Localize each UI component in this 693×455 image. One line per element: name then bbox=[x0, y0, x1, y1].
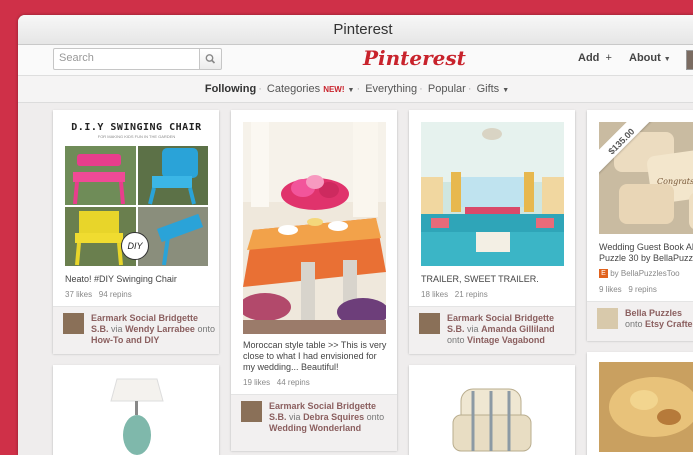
etsy-icon: E bbox=[599, 269, 608, 279]
repins-count[interactable]: 21 repins bbox=[455, 290, 488, 299]
user-avatar[interactable] bbox=[241, 401, 262, 422]
chevron-down-icon: ▼ bbox=[663, 56, 671, 63]
onto-word: onto bbox=[625, 319, 643, 329]
diy-badge: DIY bbox=[121, 232, 149, 260]
user-avatar[interactable] bbox=[63, 313, 84, 334]
repins-count[interactable]: 9 repins bbox=[628, 285, 656, 294]
search-input[interactable]: Search bbox=[53, 48, 201, 70]
pin-stats: 18 likes 21 repins bbox=[421, 290, 488, 299]
browser-window: Pinterest Search Pinterest Add + About ▼ … bbox=[18, 15, 693, 455]
pin-attribution: Earmark Social Bridgette S.B. via Amanda… bbox=[409, 306, 575, 354]
categories-label: Categories bbox=[266, 83, 321, 95]
pin-card[interactable] bbox=[53, 365, 219, 455]
search-button[interactable] bbox=[199, 48, 222, 70]
via-user[interactable]: Wendy Larrabee bbox=[125, 324, 195, 334]
source-by: by bbox=[610, 269, 619, 278]
board-name[interactable]: Wedding Wonderland bbox=[269, 423, 361, 433]
pink-chair bbox=[73, 154, 125, 205]
via-user[interactable]: Debra Squires bbox=[303, 412, 364, 422]
pin-card[interactable]: Congrats $135.00 Wedding Guest Book Alte… bbox=[587, 110, 693, 341]
new-badge: NEW! bbox=[323, 85, 345, 94]
user-avatar[interactable] bbox=[597, 308, 618, 329]
pin-image[interactable] bbox=[243, 122, 386, 334]
onto-word: onto bbox=[447, 335, 465, 345]
nav-following[interactable]: Following bbox=[205, 83, 256, 95]
svg-text:Congrats: Congrats bbox=[657, 177, 693, 186]
via-word: via bbox=[111, 324, 123, 334]
nav-gifts[interactable]: Gifts ▼ bbox=[477, 83, 510, 95]
likes-count[interactable]: 37 likes bbox=[65, 290, 92, 299]
pin-description: Moroccan style table >> This is very clo… bbox=[243, 340, 387, 372]
source-name[interactable]: BellaPuzzlesToo bbox=[621, 269, 680, 278]
lamp-photo bbox=[110, 378, 164, 455]
pin-stats: 19 likes 44 repins bbox=[243, 378, 310, 387]
pin-card[interactable] bbox=[409, 365, 575, 455]
likes-count[interactable]: 9 likes bbox=[599, 285, 622, 294]
pin-image[interactable] bbox=[421, 122, 564, 266]
gifts-label: Gifts bbox=[476, 83, 500, 95]
via-user[interactable]: Amanda Gilliland bbox=[481, 324, 555, 334]
pinner-name[interactable]: Bella Puzzles bbox=[625, 308, 682, 318]
pinterest-logo[interactable]: Pinterest bbox=[363, 46, 466, 70]
via-word: via bbox=[289, 412, 301, 422]
board-name[interactable]: Etsy Crafters bbox=[645, 319, 693, 329]
trailer-interior-photo bbox=[421, 122, 564, 266]
blue-chair-detail bbox=[156, 213, 204, 266]
about-label: About bbox=[629, 52, 661, 64]
user-avatar[interactable] bbox=[419, 313, 440, 334]
search-icon bbox=[205, 54, 216, 64]
title-bar: Pinterest bbox=[18, 15, 693, 45]
add-menu[interactable]: Add + bbox=[578, 52, 612, 64]
pin-image-title: D.I.Y SWINGING CHAIR bbox=[71, 122, 202, 133]
repins-count[interactable]: 44 repins bbox=[277, 378, 310, 387]
food-photo bbox=[599, 362, 693, 452]
pin-image[interactable]: D.I.Y SWINGING CHAIR FOR MAKING KIDS FUN… bbox=[65, 122, 208, 266]
pin-image-caption: FOR MAKING KIDS FUN IN THE GARDEN bbox=[97, 134, 176, 139]
diy-badge-text: DIY bbox=[127, 241, 143, 251]
pin-stats: 9 likes 9 repins bbox=[599, 285, 657, 294]
about-menu[interactable]: About ▼ bbox=[629, 52, 671, 64]
onto-word: onto bbox=[197, 324, 215, 334]
avatar[interactable] bbox=[686, 50, 693, 70]
blue-chair bbox=[148, 148, 198, 205]
add-label: Add bbox=[578, 52, 600, 64]
onto-word: onto bbox=[366, 412, 385, 422]
armchair-photo bbox=[452, 388, 532, 452]
pin-card[interactable]: Moroccan style table >> This is very clo… bbox=[231, 110, 397, 451]
pin-source: E by BellaPuzzlesToo bbox=[599, 269, 680, 279]
pin-image[interactable]: Congrats $135.00 bbox=[599, 122, 693, 234]
site-header: Search Pinterest Add + About ▼ bbox=[18, 45, 693, 76]
likes-count[interactable]: 19 likes bbox=[243, 378, 270, 387]
pin-description: TRAILER, SWEET TRAILER. bbox=[421, 274, 539, 284]
chevron-down-icon: ▼ bbox=[502, 87, 510, 94]
pin-attribution: Bella Puzzles onto Etsy Crafters bbox=[587, 301, 693, 341]
pin-card[interactable]: D.I.Y SWINGING CHAIR FOR MAKING KIDS FUN… bbox=[53, 110, 219, 354]
nav-popular[interactable]: Popular bbox=[428, 83, 466, 95]
likes-count[interactable]: 18 likes bbox=[421, 290, 448, 299]
chevron-down-icon: ▼ bbox=[347, 87, 355, 94]
category-nav: Following · Categories NEW! ▼ · Everything ·… bbox=[18, 76, 693, 103]
window-title: Pinterest bbox=[333, 21, 393, 38]
board-name[interactable]: How-To and DIY bbox=[91, 335, 159, 345]
pin-description: Neato! #DIY Swinging Chair bbox=[65, 274, 177, 284]
via-word: via bbox=[467, 324, 479, 334]
repins-count[interactable]: 94 repins bbox=[99, 290, 132, 299]
pin-card[interactable]: TRAILER, SWEET TRAILER. 18 likes 21 repi… bbox=[409, 110, 575, 354]
pin-attribution: Earmark Social Bridgette S.B. via Debra … bbox=[231, 394, 397, 451]
pin-card[interactable] bbox=[587, 352, 693, 455]
nav-categories[interactable]: Categories NEW! ▼ bbox=[267, 83, 355, 95]
plus-icon: + bbox=[605, 52, 612, 64]
moroccan-table-photo bbox=[243, 122, 386, 334]
pin-stats: 37 likes 94 repins bbox=[65, 290, 132, 299]
nav-everything[interactable]: Everything bbox=[365, 83, 417, 95]
pin-description: Wedding Guest Book Alternative Puzzle 30… bbox=[599, 242, 693, 263]
board-name[interactable]: Vintage Vagabond bbox=[467, 335, 545, 345]
pin-attribution: Earmark Social Bridgette S.B. via Wendy … bbox=[53, 306, 219, 354]
search-placeholder: Search bbox=[59, 52, 94, 64]
